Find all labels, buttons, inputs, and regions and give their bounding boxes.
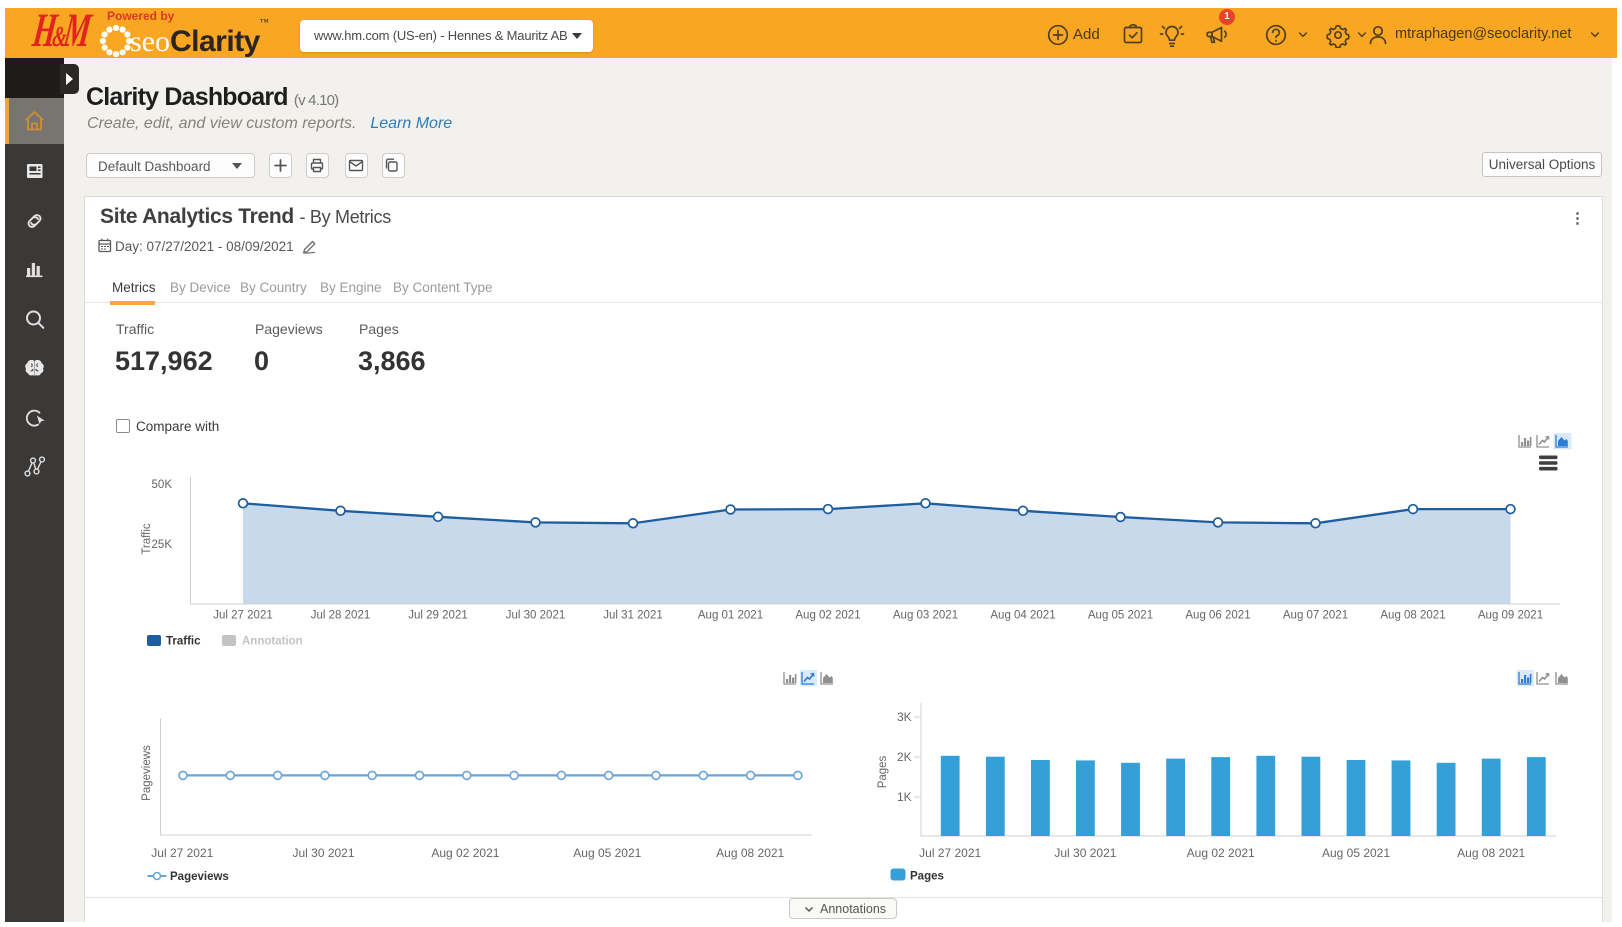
svg-text:Pageviews: Pageviews: [141, 745, 153, 801]
svg-text:Annotation: Annotation: [242, 636, 303, 648]
svg-text:25K: 25K: [152, 539, 173, 551]
svg-text:1K: 1K: [897, 790, 912, 804]
svg-text:Pages: Pages: [910, 871, 944, 883]
svg-text:Jul 30 2021: Jul 30 2021: [292, 846, 354, 860]
svg-text:Aug 08 2021: Aug 08 2021: [1380, 610, 1445, 622]
svg-text:Aug 08 2021: Aug 08 2021: [1457, 846, 1525, 860]
svg-text:Jul 31 2021: Jul 31 2021: [603, 610, 662, 622]
svg-text:2K: 2K: [897, 750, 912, 764]
svg-text:Jul 27 2021: Jul 27 2021: [213, 610, 272, 622]
svg-text:Aug 06 2021: Aug 06 2021: [1185, 610, 1250, 622]
svg-text:Aug 02 2021: Aug 02 2021: [795, 610, 860, 622]
svg-text:Aug 01 2021: Aug 01 2021: [698, 610, 763, 622]
svg-text:Jul 30 2021: Jul 30 2021: [506, 610, 565, 622]
svg-text:Jul 27 2021: Jul 27 2021: [919, 846, 981, 860]
svg-text:Aug 05 2021: Aug 05 2021: [1322, 846, 1390, 860]
svg-text:Aug 02 2021: Aug 02 2021: [1187, 846, 1255, 860]
svg-text:Jul 27 2021: Jul 27 2021: [151, 846, 213, 860]
svg-text:Aug 05 2021: Aug 05 2021: [573, 846, 641, 860]
svg-text:Aug 02 2021: Aug 02 2021: [431, 846, 499, 860]
svg-text:Pages: Pages: [877, 755, 889, 788]
svg-text:Traffic: Traffic: [166, 636, 201, 648]
svg-text:Traffic: Traffic: [141, 523, 153, 555]
svg-text:Aug 07 2021: Aug 07 2021: [1283, 610, 1348, 622]
svg-text:Pageviews: Pageviews: [170, 871, 229, 883]
svg-text:Aug 08 2021: Aug 08 2021: [716, 846, 784, 860]
svg-text:Jul 28 2021: Jul 28 2021: [311, 610, 370, 622]
svg-text:Aug 09 2021: Aug 09 2021: [1478, 610, 1543, 622]
svg-text:Jul 30 2021: Jul 30 2021: [1054, 846, 1116, 860]
svg-text:Jul 29 2021: Jul 29 2021: [408, 610, 467, 622]
svg-text:50K: 50K: [152, 479, 173, 491]
svg-text:Aug 03 2021: Aug 03 2021: [893, 610, 958, 622]
svg-text:Aug 04 2021: Aug 04 2021: [990, 610, 1055, 622]
svg-text:Aug 05 2021: Aug 05 2021: [1088, 610, 1153, 622]
svg-text:3K: 3K: [897, 710, 912, 724]
